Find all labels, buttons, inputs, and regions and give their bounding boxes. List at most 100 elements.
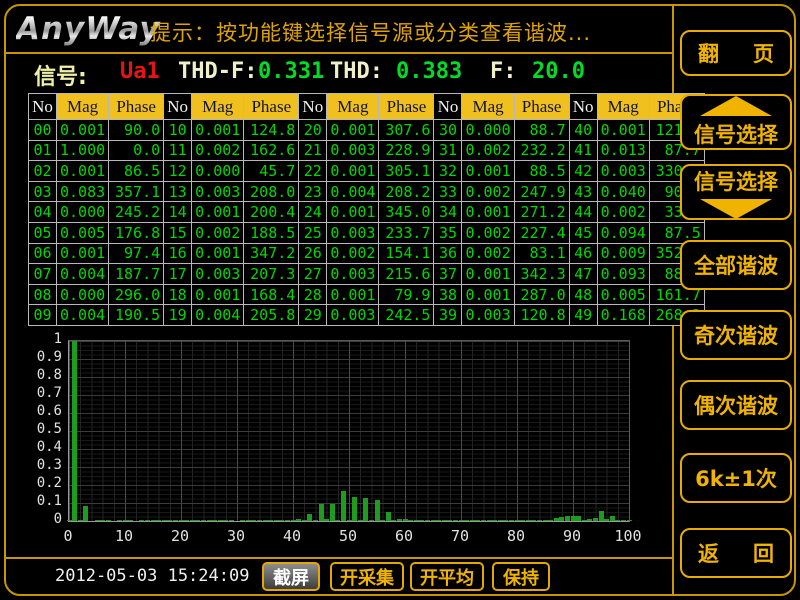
harmonic-no: 21 (299, 140, 327, 161)
harmonic-no: 28 (299, 284, 327, 305)
6k-plus-minus-1-button[interactable]: 6k±1次 (680, 453, 792, 503)
harmonic-phase: 245.2 (109, 202, 164, 223)
harmonic-phase: 208.0 (244, 181, 299, 202)
harmonic-bar (386, 512, 391, 521)
y-axis-tick: 0.3 (28, 457, 62, 473)
button-label: 信号选择 (694, 119, 778, 149)
harmonic-no: 14 (164, 202, 192, 223)
harmonic-bar (520, 520, 525, 521)
odd-harmonics-button[interactable]: 奇次谐波 (680, 310, 792, 360)
harmonic-bar (582, 520, 587, 521)
harmonic-mag: 0.001 (327, 161, 379, 182)
arrow-down-icon (700, 199, 772, 219)
harmonic-phase: 190.5 (109, 305, 164, 326)
button-label: 6k±1次 (695, 463, 777, 493)
table-row: 011.0000.0110.002162.6210.003228.9310.00… (29, 140, 705, 161)
harmonic-bar (162, 520, 167, 521)
harmonic-phase: 207.3 (244, 264, 299, 285)
harmonic-no: 38 (434, 284, 462, 305)
harmonic-no: 33 (434, 181, 462, 202)
thdf-value: 0.331 (258, 59, 324, 84)
harmonic-no: 27 (299, 264, 327, 285)
harmonic-bar (313, 520, 318, 521)
harmonic-mag: 0.000 (192, 161, 244, 182)
harmonic-phase: 228.9 (379, 140, 434, 161)
harmonic-phase: 287.0 (514, 284, 569, 305)
harmonic-phase: 296.0 (109, 284, 164, 305)
signal-select-down-button[interactable]: 信号选择 (680, 164, 792, 220)
harmonic-bar (503, 520, 508, 521)
harmonic-no: 23 (299, 181, 327, 202)
even-harmonics-button[interactable]: 偶次谐波 (680, 380, 792, 430)
all-harmonics-button[interactable]: 全部谐波 (680, 240, 792, 290)
harmonic-bar (565, 516, 570, 521)
harmonic-bar (475, 520, 480, 521)
col-header-mag: Mag (327, 94, 379, 120)
y-axis-tick: 0.7 (28, 385, 62, 401)
harmonic-mag: 0.003 (327, 222, 379, 243)
table-row: 020.00186.5120.00045.7220.001305.1320.00… (29, 161, 705, 182)
harmonic-mag: 0.001 (57, 243, 109, 264)
chart-plot-area (68, 340, 630, 522)
harmonic-bar (167, 520, 172, 521)
harmonic-bar (397, 519, 402, 521)
harmonic-no: 30 (434, 120, 462, 141)
return-button[interactable]: 返回 (680, 528, 792, 578)
signal-select-up-button[interactable]: 信号选择 (680, 94, 792, 150)
x-axis-tick: 80 (494, 527, 538, 545)
harmonic-mag: 1.000 (57, 140, 109, 161)
start-acquisition-button[interactable]: 开采集 (330, 562, 404, 591)
harmonic-mag: 0.002 (192, 140, 244, 161)
harmonic-no: 06 (29, 243, 57, 264)
col-header-phase: Phase (244, 94, 299, 120)
harmonic-mag: 0.003 (192, 264, 244, 285)
harmonic-phase: 86.5 (109, 161, 164, 182)
harmonic-phase: 187.7 (109, 264, 164, 285)
harmonic-bar (487, 520, 492, 521)
harmonic-mag: 0.002 (462, 222, 514, 243)
button-label: 奇次谐波 (694, 320, 778, 350)
harmonic-bar (391, 520, 396, 521)
harmonic-bar (498, 520, 503, 521)
harmonic-no: 45 (569, 222, 597, 243)
harmonic-bar (436, 520, 441, 521)
harmonic-bar (515, 520, 520, 521)
harmonic-no: 10 (164, 120, 192, 141)
harmonic-phase: 45.7 (244, 161, 299, 182)
harmonic-phase: 232.2 (514, 140, 569, 161)
harmonic-phase: 162.6 (244, 140, 299, 161)
harmonic-phase: 208.2 (379, 181, 434, 202)
harmonic-no: 40 (569, 120, 597, 141)
screenshot-button[interactable]: 截屏 (262, 562, 320, 591)
harmonics-table-header: NoMagPhaseNoMagPhaseNoMagPhaseNoMagPhase… (29, 94, 705, 120)
harmonic-bar (492, 520, 497, 521)
harmonic-mag: 0.001 (597, 120, 649, 141)
harmonic-mag: 0.004 (192, 305, 244, 326)
y-axis-tick: 0.1 (28, 493, 62, 509)
harmonic-bar (425, 520, 430, 521)
page-turn-button[interactable]: 翻页 (680, 30, 792, 76)
harmonic-phase: 357.1 (109, 181, 164, 202)
harmonic-no: 47 (569, 264, 597, 285)
start-averaging-button[interactable]: 开平均 (410, 562, 484, 591)
harmonic-phase: 347.2 (244, 243, 299, 264)
harmonic-bar (559, 517, 564, 521)
harmonic-mag: 0.083 (57, 181, 109, 202)
harmonic-mag: 0.001 (192, 120, 244, 141)
harmonic-no: 13 (164, 181, 192, 202)
harmonic-phase: 215.6 (379, 264, 434, 285)
harmonic-bar (543, 520, 548, 521)
harmonic-bar (576, 516, 581, 521)
harmonic-bar (604, 519, 609, 521)
x-axis-tick: 70 (438, 527, 482, 545)
harmonic-bar (190, 520, 195, 521)
col-header-no: No (434, 94, 462, 120)
table-row: 070.004187.7170.003207.3270.003215.6370.… (29, 264, 705, 285)
x-axis-tick: 60 (382, 527, 426, 545)
harmonic-bar (330, 504, 335, 521)
harmonic-no: 26 (299, 243, 327, 264)
hold-button[interactable]: 保持 (492, 562, 550, 591)
harmonic-no: 36 (434, 243, 462, 264)
harmonic-bar (212, 520, 217, 521)
harmonic-no: 17 (164, 264, 192, 285)
